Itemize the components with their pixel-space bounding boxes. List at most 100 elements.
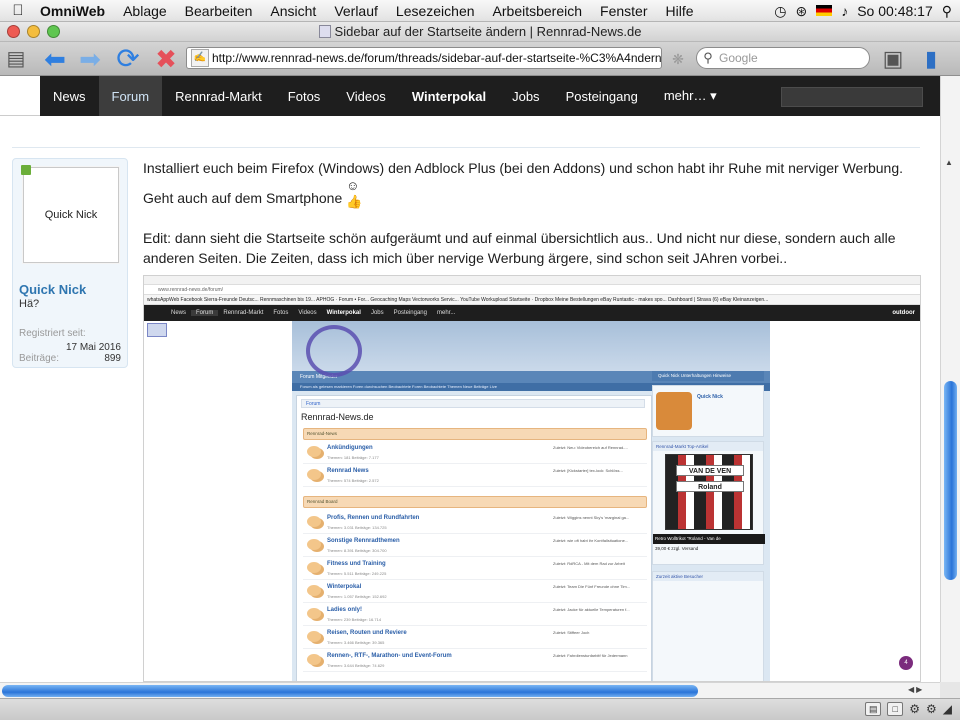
menu-fenster[interactable]: Fenster	[591, 3, 656, 19]
volume-icon[interactable]: ♪	[841, 4, 848, 18]
nav-winterpokal[interactable]: Winterpokal	[399, 76, 499, 116]
bookmarks-icon[interactable]: ▮	[918, 44, 944, 74]
spotlight-icon[interactable]: ⚲	[942, 4, 952, 18]
horizontal-scroll-thumb[interactable]	[2, 685, 698, 697]
shot-forum-name: Fitness und Training	[327, 561, 386, 567]
image-view-icon[interactable]: ▣	[878, 44, 908, 74]
shot-tabstrip	[144, 276, 920, 285]
sidebar-toggle-icon[interactable]: ▤	[4, 44, 28, 74]
vertical-scroll-thumb[interactable]	[944, 381, 957, 580]
vertical-scrollbar[interactable]: ▲	[940, 76, 960, 682]
url-text: http://www.rennrad-news.de/forum/threads…	[212, 51, 661, 65]
shot-forum-stats: Themen: 5.511 Beiträge: 249.225	[327, 571, 387, 576]
nav-jobs[interactable]: Jobs	[499, 76, 552, 116]
jersey-text-mid: Roland	[676, 481, 744, 492]
nav-rennrad-markt[interactable]: Rennrad-Markt	[162, 76, 275, 116]
forum-icon	[307, 539, 321, 550]
shot-forum-row: Rennen-, RTF-, Marathon- und Event-Forum…	[303, 650, 647, 672]
shot-forum-name: Rennrad News	[327, 468, 369, 474]
menu-verlauf[interactable]: Verlauf	[325, 3, 387, 19]
forum-icon	[307, 654, 321, 665]
javascript-icon[interactable]: ⚙	[926, 702, 937, 716]
shot-forum-last: Zuletzt: Fahrdienstunfarbitf für Jederma…	[553, 653, 628, 658]
embedded-screenshot[interactable]: www.rennrad-news.de/forum/ whatsAppWeb F…	[143, 275, 921, 682]
forward-icon[interactable]: ➡	[74, 44, 106, 74]
posts-label: Beiträge:	[19, 353, 60, 364]
jersey-text-top: VAN DE VEN	[676, 465, 744, 476]
posts-value: 899	[104, 353, 121, 364]
page-info-icon[interactable]: ▤	[865, 702, 882, 716]
search-field[interactable]: ⚲ Google	[696, 47, 870, 69]
shot-breadcrumb: Forum	[301, 399, 645, 408]
nav-mehr[interactable]: mehr… ▾	[651, 76, 730, 116]
shot-forum-stats: Themen: 3.466 Beiträge: 39.365	[327, 640, 385, 645]
shot-forum-last: Zuletzt: Jacke für aktuelle Temperaturen…	[553, 607, 630, 612]
stop-icon[interactable]: ✖	[150, 44, 182, 74]
text-size-icon[interactable]: □	[887, 702, 904, 716]
shot-visitors-title: Zurzeit aktive Besucher	[653, 572, 763, 581]
address-bar[interactable]: ✍ http://www.rennrad-news.de/forum/threa…	[186, 47, 662, 69]
menu-bearbeiten[interactable]: Bearbeiten	[176, 3, 262, 19]
nav-posteingang[interactable]: Posteingang	[553, 76, 651, 116]
scroll-left-icon[interactable]: ◀	[908, 685, 914, 694]
back-icon[interactable]: ⬅	[38, 44, 72, 74]
shot-forum-stats: Themen: 8.391 Beiträge: 304.700	[327, 548, 387, 553]
avatar[interactable]: Quick Nick	[21, 165, 119, 263]
menu-arbeitsbereich[interactable]: Arbeitsbereich	[484, 3, 592, 19]
shot-sidebar: Quick Nick Unterhaltungen Hinweise Quick…	[652, 321, 765, 681]
jersey-image: VAN DE VEN Roland	[665, 454, 753, 530]
nav-forum[interactable]: Forum	[98, 76, 163, 116]
shot-forum-name: Reisen, Routen und Reviere	[327, 630, 407, 636]
document-icon	[318, 25, 331, 38]
scroll-up-icon[interactable]: ▲	[945, 158, 953, 167]
shot-forum-name: Ladies only!	[327, 607, 363, 613]
shot-forum-stats: Themen: 3.644 Beiträge: 74.629	[327, 663, 385, 668]
shot-forum-row: Ladies only! Themen: 239 Beiträge: 16.714…	[303, 604, 647, 626]
shot-forum-row: Sonstige Rennradthemen Themen: 8.391 Beit…	[303, 535, 647, 557]
settings-gear-icon[interactable]: ⚙	[909, 702, 920, 716]
nav-news[interactable]: News	[40, 76, 99, 116]
shot-forum-name: Ankündigungen	[327, 445, 373, 451]
user-info-box: Quick Nick Quick Nick Hä? Registriert se…	[12, 158, 128, 368]
status-icons: ▤ □ ⚙ ⚙ ◢	[865, 702, 952, 716]
time-machine-icon[interactable]: ◷	[774, 4, 786, 18]
search-icon: ⚲	[703, 50, 713, 65]
shot-forum-last: Zuletzt: wie oft habt ihr Kontfallsituat…	[553, 538, 629, 543]
menubar-clock[interactable]: So 00:48:17	[857, 3, 933, 19]
resize-grip-icon[interactable]: ◢	[943, 702, 952, 716]
shot-forum-row: Winterpokal Themen: 1.057 Beiträge: 152.6…	[303, 581, 647, 603]
nav-fotos[interactable]: Fotos	[275, 76, 334, 116]
shot-nav-item: Fotos	[273, 310, 289, 316]
menu-lesezeichen[interactable]: Lesezeichen	[387, 3, 484, 19]
forum-icon	[307, 608, 321, 619]
german-flag-icon[interactable]	[816, 5, 833, 16]
shot-nav: News Forum Rennrad-Markt Fotos Videos Wi…	[144, 305, 920, 321]
scroll-right-icon[interactable]: ▶	[916, 685, 922, 694]
shot-category: Rennrad Board	[303, 496, 647, 508]
horizontal-scrollbar[interactable]: ◀ ▶	[0, 682, 940, 698]
shot-forum-name: Sonstige Rennradthemen	[327, 538, 400, 544]
menu-hilfe[interactable]: Hilfe	[657, 3, 703, 19]
apple-icon[interactable]: 	[0, 2, 36, 19]
menu-ansicht[interactable]: Ansicht	[261, 3, 325, 19]
browser-toolbar: ▤ ⬅ ➡ ⟳ ✖ ✍ http://www.rennrad-news.de/f…	[0, 42, 960, 76]
search-placeholder: Google	[719, 51, 758, 65]
shot-nav-item: Videos	[298, 310, 317, 316]
post-body: Installiert euch beim Firefox (Windows) …	[143, 158, 923, 288]
shot-nav-item: Jobs	[370, 310, 384, 316]
shot-nav-item: Posteingang	[393, 310, 427, 316]
shot-nav-item: Winterpokal	[326, 310, 361, 316]
nav-videos[interactable]: Videos	[333, 76, 399, 116]
registered-label: Registriert seit:	[19, 328, 86, 339]
bluetooth-icon[interactable]: ⊛	[795, 4, 807, 18]
menu-ablage[interactable]: Ablage	[114, 3, 176, 19]
shot-nav-item: Rennrad-Markt	[223, 310, 264, 316]
site-search-input[interactable]	[781, 87, 923, 107]
reload-icon[interactable]: ⟳	[112, 44, 144, 74]
shot-profile-panel: Quick Nick	[652, 385, 764, 437]
site-logo[interactable]	[0, 76, 40, 116]
screen:  OmniWeb Ablage Bearbeiten Ansicht Verl…	[0, 0, 960, 720]
shot-forum-stats: Themen: 239 Beiträge: 16.714	[327, 617, 382, 622]
menu-app-name[interactable]: OmniWeb	[36, 3, 114, 19]
username-link[interactable]: Quick Nick	[19, 282, 86, 297]
